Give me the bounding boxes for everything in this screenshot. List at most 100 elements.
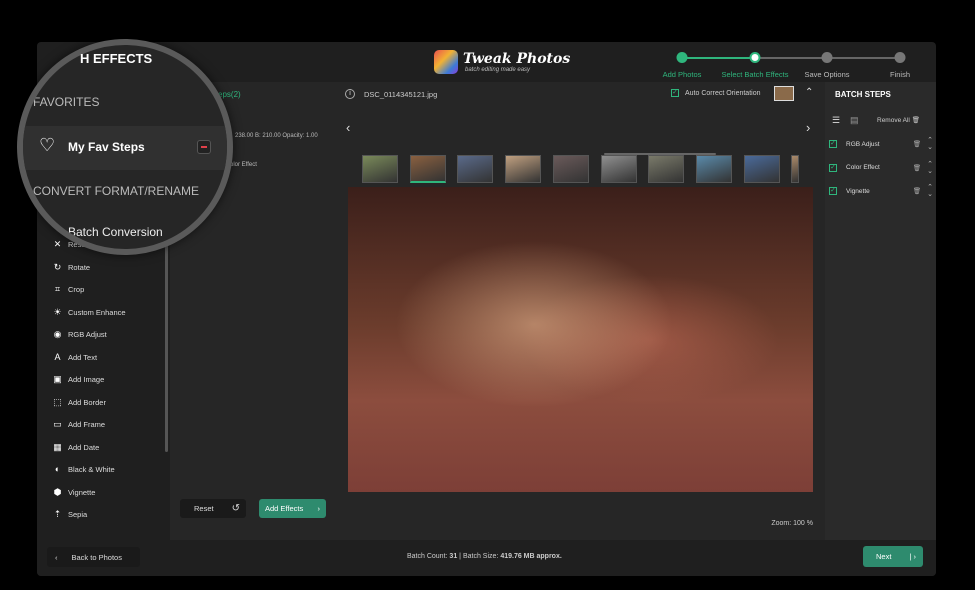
step-add-photos: Add Photos <box>662 70 702 79</box>
magnifier-overlay: FAVORITES ♡ My Fav Steps CONVERT FORMAT/… <box>17 39 233 255</box>
sidebar-item-label: Add Border <box>68 397 106 407</box>
sepia-icon: ⇡ <box>53 509 62 519</box>
preview-area: i DSC_0114345121.jpg ✓ Auto Correct Orie… <box>338 82 825 540</box>
sidebar-item-label: Add Text <box>68 352 98 362</box>
chevron-right-icon: | › <box>909 552 916 561</box>
sidebar-item-black-white[interactable]: ◐ Black & White <box>53 464 115 475</box>
rgb-icon: ◉ <box>53 329 62 339</box>
photo-thumbnail[interactable] <box>505 155 542 183</box>
sidebar-item-add-frame[interactable]: ▭ Add Frame <box>53 419 105 430</box>
chevron-right-icon: › <box>317 504 321 513</box>
crop-icon: ⌗ <box>54 284 61 294</box>
step-checkbox[interactable]: ✓ <box>829 163 837 172</box>
next-label: Next <box>876 552 892 561</box>
sidebar-item-add-date[interactable]: ▦ Add Date <box>53 441 100 452</box>
sidebar-item-add-text[interactable]: A Add Text <box>53 351 98 362</box>
photo-preview <box>348 187 813 492</box>
photo-thumbnail[interactable] <box>552 155 589 183</box>
trash-icon[interactable]: 🗑 <box>913 140 921 148</box>
sidebar-item-label: Black & White <box>68 465 115 474</box>
step-dot <box>749 52 761 63</box>
orientation-thumbnail[interactable] <box>774 86 794 101</box>
trash-icon[interactable]: 🗑 <box>913 187 921 195</box>
trash-icon[interactable]: 🗑 <box>913 164 921 172</box>
sidebar-item-custom-enhance[interactable]: ☀ Custom Enhance <box>53 306 125 317</box>
info-icon[interactable]: i <box>345 89 355 99</box>
convert-heading: CONVERT FORMAT/RENAME <box>33 184 200 198</box>
remove-all-button[interactable]: Remove All 🗑 <box>877 116 920 124</box>
brand-tagline: batch editing made easy <box>465 67 531 73</box>
trash-icon: 🗑 <box>911 117 920 124</box>
reorder-arrows-icon[interactable]: ⌃ ⌄ <box>927 184 933 198</box>
file-name: DSC_0114345121.jpg <box>364 90 438 99</box>
sidebar-item-rgb-adjust[interactable]: ◉ RGB Adjust <box>53 329 107 340</box>
thumbs-scrollbar[interactable] <box>604 153 716 155</box>
reorder-arrows-icon[interactable]: ⌃ ⌄ <box>927 161 933 175</box>
step-dot <box>821 52 833 63</box>
batch-step-label: Color Effect <box>846 164 880 171</box>
sidebar-item-label: Add Date <box>68 442 100 452</box>
sidebar-item-label: Crop <box>68 285 85 294</box>
fav-item-my-fav-steps[interactable]: ♡ My Fav Steps <box>23 126 227 170</box>
photo-thumbnail[interactable] <box>457 155 494 183</box>
text-icon: A <box>54 351 61 362</box>
sidebar-item-vignette[interactable]: ⬢ Vignette <box>53 486 96 497</box>
batch-steps-title: BATCH STEPS <box>835 90 891 99</box>
batch-step-item[interactable]: ✓ Vignette 🗑 ⌃ ⌄ <box>829 181 933 201</box>
sidebar-item-sepia[interactable]: ⇡ Sepia <box>53 509 88 520</box>
thumbs-prev-icon[interactable]: ‹ <box>346 120 350 135</box>
list-view-icon[interactable]: ☰ <box>832 115 840 126</box>
chevron-left-icon: ‹ <box>55 552 58 562</box>
reset-button[interactable]: Reset ↺ <box>180 499 246 518</box>
photo-thumbnail[interactable] <box>695 155 732 183</box>
grid-view-icon[interactable]: ▤ <box>850 115 859 126</box>
sidebar-scrollbar[interactable] <box>165 242 168 452</box>
auto-correct-checkbox[interactable]: ✓ <box>671 89 679 97</box>
photo-thumbnail[interactable] <box>791 155 800 183</box>
bw-icon: ◐ <box>54 464 61 474</box>
sidebar-item-add-border[interactable]: ⬚ Add Border <box>53 397 106 407</box>
favorites-heading: FAVORITES <box>33 95 100 109</box>
resize-icon: ✕ <box>53 239 62 249</box>
frame-icon: ▭ <box>53 419 62 429</box>
sidebar-item-label: RGB Adjust <box>68 330 107 339</box>
sidebar-item-label: Sepia <box>68 510 88 519</box>
next-button[interactable]: Next | › <box>863 546 923 567</box>
batch-conversion-item[interactable]: Batch Conversion <box>68 225 163 239</box>
sidebar-item-rotate[interactable]: ↻ Rotate <box>53 262 90 272</box>
panel-title: H EFFECTS <box>80 51 153 66</box>
batch-size-label: Batch Size: <box>462 553 499 560</box>
sidebar-item-add-image[interactable]: ▣ Add Image <box>53 374 104 385</box>
date-icon: ▦ <box>53 441 62 452</box>
photo-thumbnail[interactable] <box>648 155 685 183</box>
sidebar-item-label: Vignette <box>68 487 96 497</box>
photo-thumbnail[interactable] <box>362 155 398 183</box>
collapse-icon[interactable]: ⌃ <box>805 87 813 98</box>
batch-step-label: RGB Adjust <box>846 140 880 148</box>
thumbs-next-icon[interactable]: › <box>806 120 810 135</box>
image-icon: ▣ <box>53 374 62 384</box>
add-effects-label: Add Effects <box>265 504 304 513</box>
photo-thumbnail[interactable] <box>743 155 780 183</box>
zoom-level: Zoom: 100 % <box>771 520 813 527</box>
photo-thumbnail[interactable] <box>409 155 446 183</box>
photo-thumbnail[interactable] <box>600 155 637 183</box>
fav-item-label: My Fav Steps <box>68 140 145 154</box>
batch-step-item[interactable]: ✓ Color Effect 🗑 ⌃ ⌄ <box>829 158 933 178</box>
batch-step-item[interactable]: ✓ RGB Adjust 🗑 ⌃ ⌄ <box>829 134 933 154</box>
step-checkbox[interactable]: ✓ <box>829 140 837 148</box>
sidebar-item-crop[interactable]: ⌗ Crop <box>53 284 85 295</box>
remove-all-label: Remove All <box>877 117 910 124</box>
enhance-icon: ☀ <box>53 306 62 317</box>
step-finish: Finish <box>889 70 910 79</box>
back-label: Back to Photos <box>71 552 122 562</box>
add-effects-button[interactable]: Add Effects › <box>259 499 326 518</box>
step-checkbox[interactable]: ✓ <box>829 187 837 195</box>
step-select-effects: Select Batch Effects <box>721 70 789 79</box>
batch-count-label: Batch Count: <box>407 553 448 560</box>
vignette-icon: ⬢ <box>53 486 62 497</box>
remove-favorite-button[interactable] <box>197 140 211 154</box>
heart-icon: ♡ <box>39 135 56 155</box>
back-to-photos-button[interactable]: ‹ Back to Photos <box>47 547 140 567</box>
reorder-arrows-icon[interactable]: ⌃ ⌄ <box>927 137 933 151</box>
